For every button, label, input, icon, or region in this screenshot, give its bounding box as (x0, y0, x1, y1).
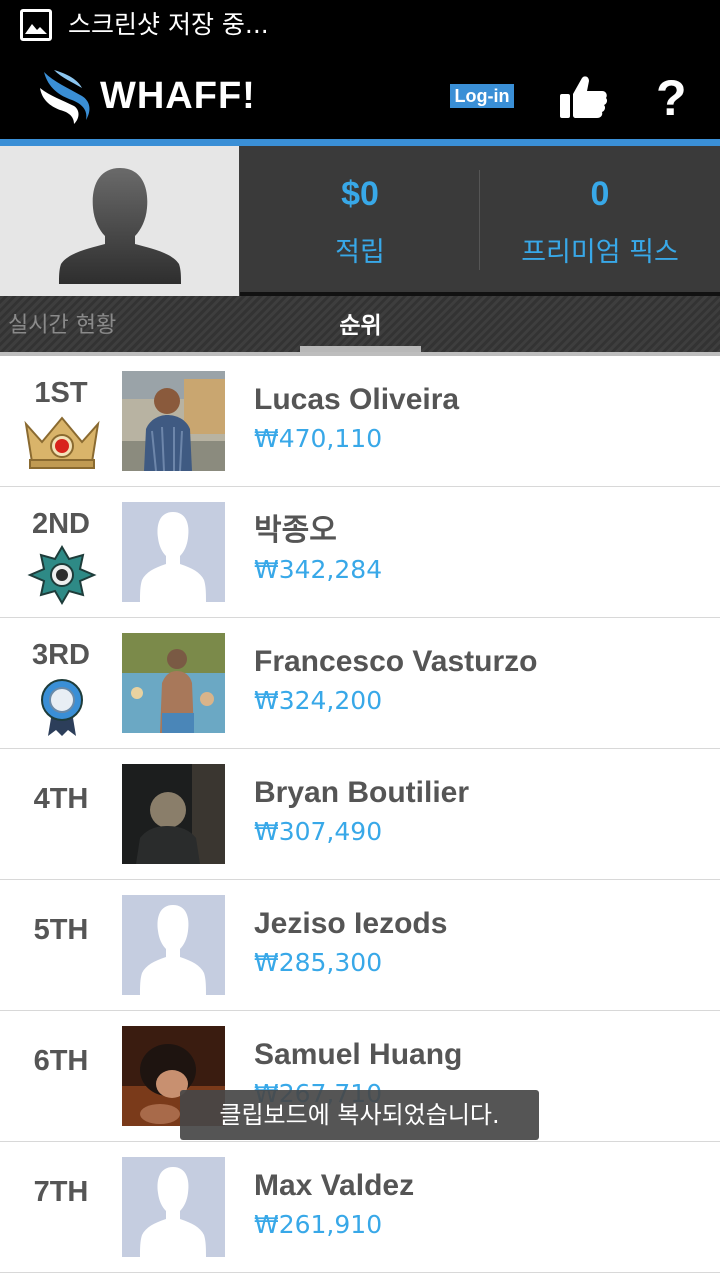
rank-label: 7TH (33, 1176, 89, 1208)
user-photo[interactable] (122, 633, 225, 733)
user-name: Jeziso Iezods (254, 907, 448, 940)
ranking-row[interactable]: 1ST Lucas Oliveira ₩470,110 (0, 356, 720, 487)
default-avatar[interactable] (122, 1157, 225, 1257)
user-name: Max Valdez (254, 1169, 415, 1202)
user-name: Lucas Oliveira (254, 383, 460, 416)
user-amount: ₩470,110 (254, 424, 383, 453)
balance-label: 적립 (335, 237, 385, 268)
user-name: Samuel Huang (254, 1038, 463, 1071)
login-button[interactable]: Log-in (450, 84, 514, 108)
user-name: 박종오 (254, 514, 337, 547)
user-amount: ₩307,490 (254, 817, 383, 846)
balance-value: $0 (341, 175, 379, 213)
rank-label: 4TH (33, 783, 89, 815)
premium-picks-label: 프리미엄 픽스 (521, 237, 679, 268)
ranking-row[interactable]: 7TH Max Valdez ₩261,910 (0, 1142, 720, 1273)
premium-picks-value: 0 (590, 175, 610, 213)
help-button[interactable]: ? (656, 70, 687, 126)
user-photo[interactable] (122, 764, 225, 864)
gold-crown-badge-icon (24, 416, 100, 469)
default-user-silhouette-icon (59, 168, 181, 284)
image-icon (20, 9, 52, 41)
toast-message: 클립보드에 복사되었습니다. (180, 1090, 539, 1140)
default-avatar[interactable] (122, 895, 225, 995)
default-avatar[interactable] (122, 502, 225, 602)
ranking-row[interactable]: 4TH Bryan Boutilier ₩307,490 (0, 749, 720, 880)
user-name: Bryan Boutilier (254, 776, 470, 809)
app-bar-accent-line (0, 139, 720, 146)
rank-label: 3RD (31, 639, 90, 671)
brand-title: WHAFF! (100, 75, 256, 117)
thumbs-up-icon[interactable] (558, 74, 608, 120)
avatar[interactable] (0, 146, 239, 296)
app-bar: WHAFF! Log-in ? (0, 50, 720, 139)
whaff-logo-icon (40, 70, 90, 124)
user-photo[interactable] (122, 371, 225, 471)
status-bar: 스크린샷 저장 중... (0, 0, 720, 50)
tab-live-status[interactable]: 실시간 현황 (8, 296, 116, 356)
status-text: 스크린샷 저장 중... (68, 10, 269, 39)
rank-label: 2ND (31, 508, 90, 540)
ranking-row[interactable]: 3RD Francesco Vasturzo ₩324,200 (0, 618, 720, 749)
rank-label: 1ST (34, 377, 88, 409)
user-name: Francesco Vasturzo (254, 645, 538, 678)
user-amount: ₩285,300 (254, 948, 383, 977)
user-amount: ₩261,910 (254, 1210, 383, 1239)
rank-label: 6TH (33, 1045, 89, 1077)
ranking-row[interactable]: 5TH Jeziso Iezods ₩285,300 (0, 880, 720, 1011)
premium-picks-stat[interactable]: 0 프리미엄 픽스 (480, 146, 720, 292)
user-amount: ₩342,284 (254, 555, 383, 584)
teal-star-badge-icon (27, 545, 97, 605)
ranking-row[interactable]: 2ND 박종오 ₩342,284 (0, 487, 720, 618)
blue-ribbon-badge-icon (41, 679, 83, 736)
stats-panel: $0 적립 0 프리미엄 픽스 (240, 146, 720, 292)
user-amount: ₩324,200 (254, 686, 383, 715)
tab-bar: 실시간 현황 순위 (0, 296, 720, 356)
balance-stat[interactable]: $0 적립 (240, 146, 480, 292)
profile-summary: $0 적립 0 프리미엄 픽스 (0, 146, 720, 296)
rank-label: 5TH (33, 914, 89, 946)
